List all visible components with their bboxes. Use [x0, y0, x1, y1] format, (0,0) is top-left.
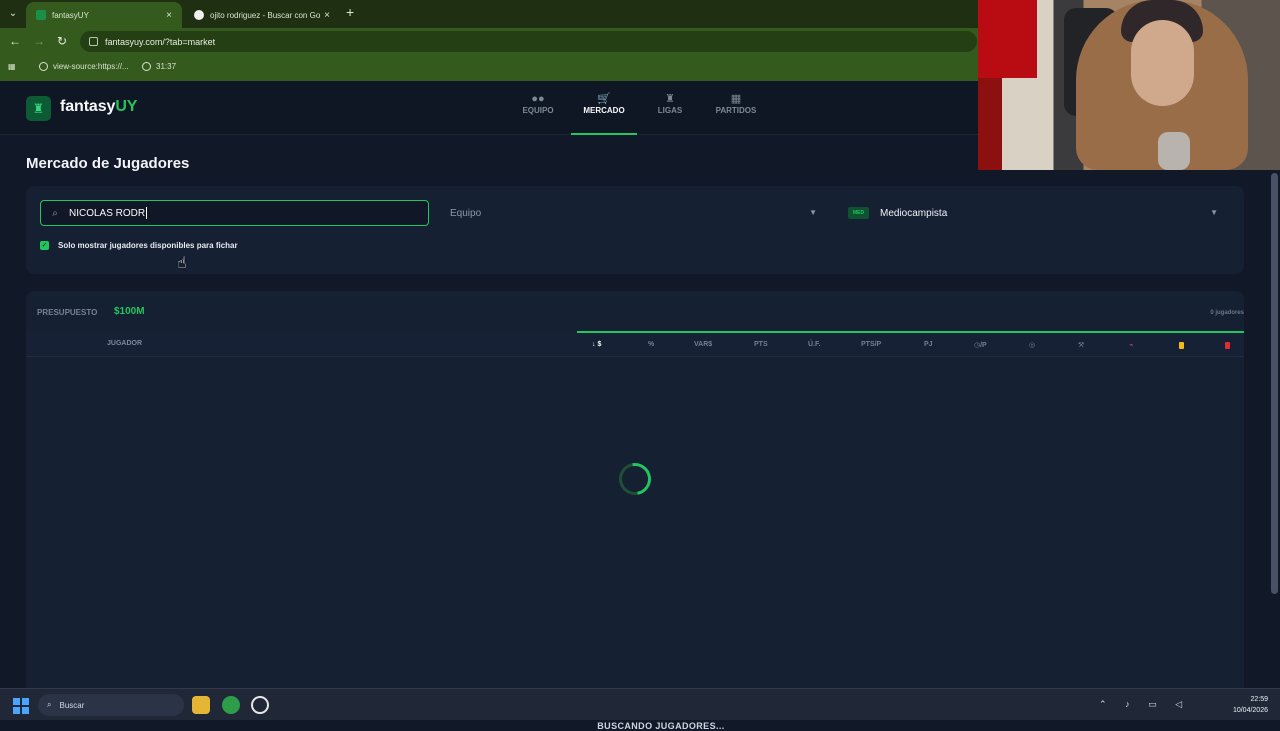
red-card-icon[interactable]: [1225, 342, 1230, 349]
player-search-input[interactable]: ⌕ NICOLAS RODR: [40, 200, 429, 226]
logo-fantasy: fantasy: [60, 98, 116, 115]
nav-label: EQUIPO: [522, 106, 554, 115]
taskbar-search-label: Buscar: [59, 700, 85, 710]
column-minutes[interactable]: ◷/P: [974, 341, 987, 349]
column-pj[interactable]: PJ: [924, 341, 933, 348]
taskbar-search[interactable]: ⌕ Buscar: [38, 694, 184, 716]
budget-label: PRESUPUESTO: [37, 308, 98, 317]
column-player[interactable]: JUGADOR: [107, 340, 142, 347]
loading-message: BUSCANDO JUGADORES...: [597, 721, 725, 731]
apps-icon[interactable]: ▦: [8, 62, 16, 71]
browser-tab-fantasyuy[interactable]: fantasyUY ×: [26, 2, 182, 28]
close-tab-icon[interactable]: ×: [324, 10, 330, 21]
column-pts-per-game[interactable]: PTS/P: [861, 341, 881, 348]
goal-icon[interactable]: ◎: [1029, 341, 1035, 349]
yellow-card-icon[interactable]: [1179, 342, 1184, 349]
text-caret: [146, 207, 148, 219]
column-var[interactable]: VAR$: [694, 341, 712, 348]
search-icon: ⌕: [47, 700, 52, 709]
address-value: fantasyuy.com/?tab=market: [105, 36, 216, 47]
app-icon[interactable]: [251, 696, 269, 714]
nav-label: PARTIDOS: [715, 106, 757, 115]
bookmark-label: 31:37: [156, 62, 177, 71]
player-count: 0 jugadores: [1210, 310, 1244, 316]
clock-icon: [142, 62, 151, 71]
column-pts[interactable]: PTS: [754, 341, 768, 348]
selected-stats-indicator: [577, 331, 1244, 333]
mouse-pointer-icon: ☝: [177, 255, 187, 272]
fantasy-app: ♜ fantasyUY ●● EQUIPO 🛒 MERCADO ♜ LIGAS …: [0, 81, 1280, 731]
column-price[interactable]: ↓ $: [592, 341, 601, 348]
globe-icon: [39, 62, 48, 71]
address-bar[interactable]: fantasyuy.com/?tab=market: [80, 31, 977, 52]
player-filters: ⌕ NICOLAS RODR Equipo ▼ MED Mediocampist…: [26, 186, 1244, 274]
search-value: NICOLAS RODR: [69, 207, 146, 219]
position-select[interactable]: MED Mediocampista ▼: [840, 200, 1230, 226]
trophy-icon: [36, 10, 46, 20]
page-scroll-thumb[interactable]: [1271, 173, 1278, 594]
chevron-down-icon: ▼: [809, 208, 817, 217]
assist-icon[interactable]: ⚒: [1078, 341, 1084, 349]
reload-icon[interactable]: ↻: [54, 33, 70, 49]
bookmark-label: view-source:https://...: [53, 62, 129, 71]
date: 10/04/2026: [1232, 707, 1268, 714]
search-icon: ⌕: [52, 207, 58, 219]
trophy-logo-icon: ♜: [26, 96, 51, 121]
available-only-checkbox[interactable]: ✓ Solo mostrar jugadores disponibles par…: [40, 241, 238, 250]
team-select[interactable]: Equipo ▼: [440, 200, 829, 226]
bookmark-view-source[interactable]: view-source:https://...: [39, 62, 129, 71]
nav-equipo[interactable]: ●● EQUIPO: [505, 92, 571, 135]
budget-value: $100M: [114, 306, 145, 317]
page-title: Mercado de Jugadores: [26, 155, 190, 172]
browser-tab-google[interactable]: ojito rodriguez - Buscar con Go ×: [184, 2, 340, 28]
time: 22:59: [1250, 696, 1268, 703]
windows-start-icon[interactable]: [13, 698, 29, 714]
chrome-icon[interactable]: [222, 696, 240, 714]
forward-icon[interactable]: →: [31, 33, 47, 49]
clean-sheet-icon[interactable]: ⌁: [1129, 341, 1133, 349]
users-icon: ●●: [531, 93, 545, 105]
tab-title: fantasyUY: [52, 10, 89, 20]
new-tab-button[interactable]: +: [346, 4, 354, 20]
nav-mercado[interactable]: 🛒 MERCADO: [571, 92, 637, 135]
windows-taskbar: ⌕ Buscar ⌃ ♪ ▭ ◁ 22:59 10/04/2026: [0, 688, 1280, 720]
column-percent[interactable]: %: [648, 341, 654, 348]
chevron-down-icon: ▼: [1210, 208, 1218, 217]
tab-title: ojito rodriguez - Buscar con Go: [210, 10, 321, 20]
nav-label: MERCADO: [583, 106, 625, 115]
close-tab-icon[interactable]: ×: [166, 10, 172, 21]
site-info-icon[interactable]: [89, 37, 98, 46]
trophy-icon: ♜: [665, 93, 675, 105]
cart-icon: 🛒: [597, 93, 611, 105]
main-navigation: ●● EQUIPO 🛒 MERCADO ♜ LIGAS ▦ PARTIDOS: [505, 92, 769, 135]
column-uf[interactable]: Ú.F.: [808, 341, 820, 348]
calendar-icon: ▦: [730, 93, 742, 105]
nav-label: LIGAS: [657, 106, 683, 115]
mate-cup: [1158, 132, 1190, 170]
position-badge: MED: [848, 207, 869, 219]
bookmark-timer[interactable]: 31:37: [142, 62, 176, 71]
google-icon: [194, 10, 204, 20]
webcam-overlay: [978, 0, 1280, 170]
available-only-label: Solo mostrar jugadores disponibles para …: [58, 241, 238, 250]
logo-uy: UY: [115, 98, 138, 115]
person-face: [1131, 20, 1194, 106]
app-logo[interactable]: fantasyUY: [60, 98, 137, 116]
team-placeholder: Equipo: [450, 207, 482, 219]
nav-ligas[interactable]: ♜ LIGAS: [637, 92, 703, 135]
nav-partidos[interactable]: ▦ PARTIDOS: [703, 92, 769, 135]
red-jersey: [978, 0, 1037, 78]
system-tray-icons[interactable]: ⌃ ♪ ▭ ◁: [1099, 699, 1190, 710]
taskbar-clock[interactable]: 22:59 10/04/2026: [1233, 694, 1268, 716]
back-icon[interactable]: ←: [7, 33, 23, 49]
file-explorer-icon[interactable]: [192, 696, 210, 714]
position-value: Mediocampista: [880, 207, 948, 219]
check-icon[interactable]: ✓: [40, 241, 49, 250]
tab-search-menu-button[interactable]: ⌄: [4, 5, 22, 23]
market-table-header: JUGADOR ↓ $ % VAR$ PTS Ú.F. PTS/P PJ ◷/P…: [26, 331, 1244, 357]
